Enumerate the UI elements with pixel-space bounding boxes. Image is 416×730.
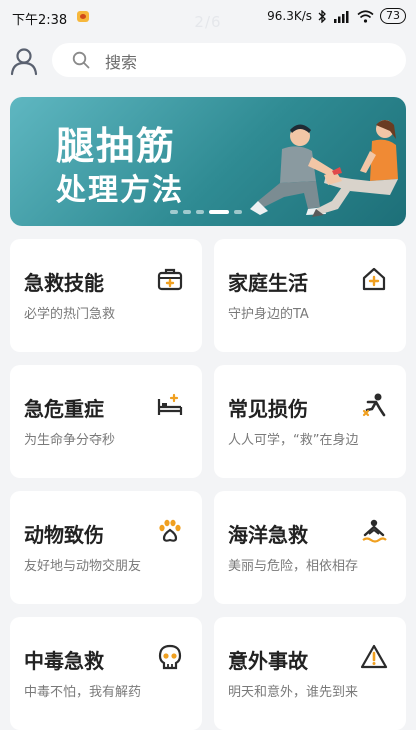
skull-icon	[158, 644, 182, 670]
signal-icon	[334, 10, 349, 23]
category-card-accidents[interactable]: 意外事故 明天和意外，谁先到来	[214, 617, 406, 730]
category-card-first-aid-skills[interactable]: 急救技能 必学的热门急救	[10, 239, 202, 352]
category-card-common-injuries[interactable]: 常见损伤 人人可学，“救”在身边	[214, 365, 406, 478]
carousel-dot	[196, 210, 204, 214]
card-title: 急危重症	[24, 397, 104, 421]
card-title: 海洋急救	[228, 523, 308, 547]
card-subtitle: 美丽与危险，相依相存	[228, 559, 359, 574]
category-card-family-life[interactable]: 家庭生活 守护身边的TA	[214, 239, 406, 352]
category-card-poisoning[interactable]: 中毒急救 中毒不怕，我有解药	[10, 617, 202, 730]
battery-indicator: 73	[380, 8, 406, 24]
carousel-dot	[170, 210, 178, 214]
top-bar: 搜索	[0, 40, 416, 80]
carousel-dot-active	[209, 210, 229, 214]
card-subtitle: 必学的热门急救	[24, 307, 116, 322]
drowning-icon	[362, 519, 387, 543]
category-card-animal-injuries[interactable]: 动物致伤 友好地与动物交朋友	[10, 491, 202, 604]
banner-title-line1: 腿抽筋	[56, 124, 177, 168]
hospital-bed-icon	[157, 393, 183, 415]
network-speed: 96.3K/s	[267, 9, 312, 23]
card-title: 急救技能	[24, 271, 104, 295]
card-subtitle: 中毒不怕，我有解药	[24, 685, 142, 700]
status-right: 96.3K/s 73	[267, 8, 406, 24]
warning-icon	[360, 644, 388, 669]
paw-icon	[159, 519, 181, 542]
card-title: 常见损伤	[228, 397, 308, 421]
banner-title-line2: 处理方法	[56, 173, 184, 208]
carousel-dot	[183, 210, 191, 214]
search-placeholder: 搜索	[105, 53, 138, 72]
search-icon	[72, 51, 90, 69]
card-subtitle: 明天和意外，谁先到来	[228, 685, 359, 700]
bluetooth-icon	[318, 9, 326, 23]
card-title: 意外事故	[228, 649, 308, 673]
carousel-dot	[234, 210, 242, 214]
search-bar[interactable]: 搜索	[52, 43, 406, 77]
carousel-dots	[170, 210, 242, 214]
card-title: 中毒急救	[24, 649, 104, 673]
card-subtitle: 为生命争分夺秒	[24, 433, 116, 448]
injured-person-icon	[362, 393, 386, 417]
banner-carousel[interactable]: 腿抽筋 处理方法	[10, 97, 406, 226]
first-aid-kit-icon	[157, 268, 183, 291]
category-card-ocean-first-aid[interactable]: 海洋急救 美丽与危险，相依相存	[214, 491, 406, 604]
first-aid-illustration	[250, 120, 398, 217]
user-profile-icon[interactable]	[9, 46, 39, 76]
card-subtitle: 守护身边的TA	[228, 307, 309, 322]
card-title: 家庭生活	[228, 271, 308, 295]
status-bar: 下午2:38 2/6 96.3K/s 73	[0, 0, 416, 34]
wifi-icon	[357, 9, 374, 23]
card-title: 动物致伤	[24, 523, 104, 547]
card-subtitle: 友好地与动物交朋友	[24, 559, 142, 574]
category-card-critical-illness[interactable]: 急危重症 为生命争分夺秒	[10, 365, 202, 478]
card-subtitle: 人人可学，“救”在身边	[228, 433, 359, 448]
home-plus-icon	[362, 267, 386, 291]
